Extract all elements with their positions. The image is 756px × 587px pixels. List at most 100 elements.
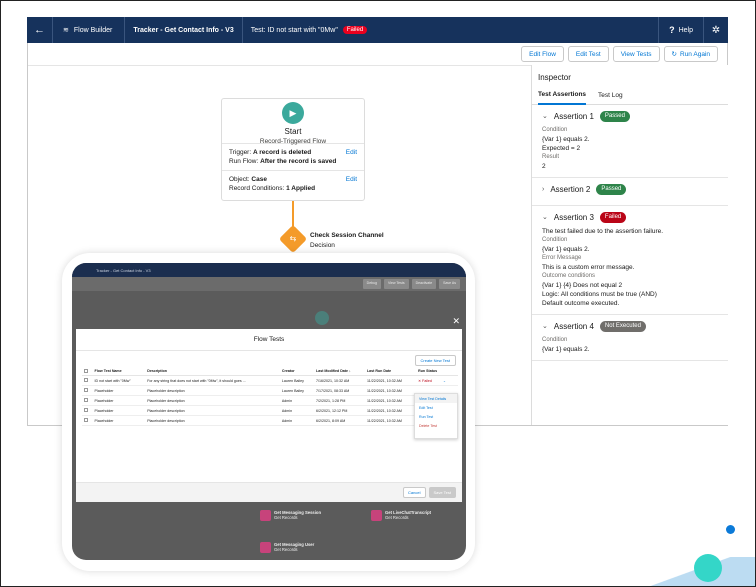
overlay-header: Tracker - Get Contact Info - V3 (72, 263, 466, 277)
column-header[interactable]: Last Run Date (364, 367, 417, 376)
assertion-field-value: Default outcome executed. (542, 300, 620, 307)
table-cell: Placeholder description (145, 395, 280, 406)
node-messaging-session[interactable]: Get Messaging Session Get Records (260, 510, 321, 521)
start-title: Start (284, 127, 302, 136)
assertion-status-badge: Not Executed (599, 321, 646, 332)
edit-test-button[interactable]: Edit Test (567, 46, 609, 62)
get-records-icon (260, 542, 271, 553)
column-header[interactable]: Run Status (416, 367, 458, 376)
inspector-title: Inspector (538, 73, 571, 82)
save-test-button[interactable]: Save Test (428, 487, 456, 498)
column-header[interactable]: Last Modified Date ↓ (314, 367, 365, 376)
edit-object-link[interactable]: Edit (346, 175, 357, 184)
table-cell: 7/2/2021, 1:28 PM (314, 395, 365, 406)
table-cell: 11/22/2021, 10:32 AM (364, 415, 417, 426)
assertion-header[interactable]: › Assertion 2 Passed (542, 184, 718, 195)
table-row[interactable]: Placeholder Placeholder description Admin 6… (82, 405, 458, 416)
table-row[interactable]: ID not start with "0Mw" For any string th… (82, 375, 458, 386)
assertion-header[interactable]: ⌄ Assertion 4 Not Executed (542, 321, 718, 332)
tab-test-assertions[interactable]: Test Assertions (538, 87, 587, 105)
node-type: Get Records (274, 515, 298, 520)
flow-connector (292, 201, 294, 227)
table-cell: ID not start with "0Mw" (92, 375, 146, 386)
deactivate-button[interactable]: Deactivate (411, 279, 437, 289)
view-tests-button[interactable]: View Tests (612, 46, 660, 62)
toolbar: Edit Flow Edit Test View Tests ↻ Run Agai… (521, 46, 718, 62)
assertion-name: Assertion 3 (553, 213, 594, 222)
table-cell: Admin (279, 395, 315, 406)
run-again-label: Run Again (680, 50, 710, 58)
select-all-checkbox[interactable] (82, 367, 93, 376)
table-cell: 6/2/2021, 12:12 PM (314, 405, 365, 416)
refresh-icon: ↻ (671, 51, 677, 58)
edit-flow-button[interactable]: Edit Flow (521, 46, 564, 62)
start-element[interactable]: ▶ Start Record-Triggered Flow Trigger: A… (221, 98, 365, 201)
assertion-field-value: {Var 1} equals 2. (542, 136, 590, 143)
column-header[interactable]: Description (145, 367, 280, 376)
run-again-button[interactable]: ↻ Run Again (663, 46, 718, 62)
save-as-button[interactable]: Save As (439, 279, 460, 289)
menu-item-view-test-details[interactable]: View Test Details (415, 394, 457, 403)
tab-test-log[interactable]: Test Log (598, 92, 623, 99)
table-cell: Placeholder description (145, 405, 280, 416)
table-row[interactable]: Placeholder Placeholder description Lauren… (82, 385, 458, 396)
settings-button[interactable]: ✲ (703, 17, 728, 43)
assertion-2: › Assertion 2 Passed (532, 178, 728, 206)
table-row[interactable]: Placeholder Placeholder description Admin 6… (82, 415, 458, 426)
chevron-down-icon: ⌄ (542, 214, 548, 221)
app-name: ≋ Flow Builder (53, 17, 126, 43)
help-icon: ? (669, 25, 675, 35)
row-checkbox[interactable] (82, 385, 93, 396)
row-checkbox[interactable] (82, 405, 93, 416)
cancel-button[interactable]: Cancel (403, 487, 426, 498)
decorative-circle (694, 554, 722, 582)
table-cell: Placeholder (92, 395, 146, 406)
chevron-down-icon: ⌄ (542, 113, 548, 120)
assertion-header[interactable]: ⌄ Assertion 3 Failed (542, 212, 718, 223)
run-status: Failed (422, 378, 432, 383)
modal-title: Flow Tests (76, 329, 462, 351)
assertion-field-value: {Var 1} equals 2. (542, 346, 590, 353)
column-header[interactable]: Creator (279, 367, 315, 376)
table-cell: Placeholder description (145, 385, 280, 396)
assertion-name: Assertion 2 (550, 185, 591, 194)
table-row[interactable]: Placeholder Placeholder description Admin 7… (82, 395, 458, 406)
column-header[interactable]: Flow Test Name (92, 367, 146, 376)
row-checkbox[interactable] (82, 415, 93, 426)
menu-item-run-test[interactable]: Run Test (415, 412, 457, 421)
chevron-down-icon: ⌄ (542, 323, 548, 330)
inspector-tabs: Test Assertions Test Log (532, 87, 728, 105)
run-flow-value: After the record is saved (260, 158, 337, 165)
row-checkbox[interactable] (82, 395, 93, 406)
create-new-test-button[interactable]: Create New Test (414, 355, 456, 366)
table-cell: 11/22/2021, 10:32 AM (364, 395, 417, 406)
trigger-section: Trigger: A record is deleted Run Flow: A… (222, 144, 364, 171)
flow-tests-table: Flow Test Name Description Creator Last Mod… (82, 367, 458, 426)
chevron-right-icon: › (542, 186, 545, 193)
menu-item-delete-test[interactable]: Delete Test (415, 421, 457, 430)
help-button[interactable]: ? Help (658, 17, 703, 43)
assertion-field-value: {Var 1} {4} Does not equal 2 (542, 282, 623, 289)
table-body: ID not start with "0Mw" For any string th… (82, 375, 458, 426)
assertions-list: ⌄ Assertion 1 Passed Condition {Var 1} equ… (532, 105, 728, 361)
table-header-row: Flow Test Name Description Creator Last Mod… (82, 367, 458, 376)
assertion-header[interactable]: ⌄ Assertion 1 Passed (542, 111, 718, 122)
row-actions-chevron-icon[interactable]: ⌄ (443, 379, 446, 383)
test-status-badge: Failed (342, 26, 368, 34)
table-cell: Lauren Bailey (279, 385, 315, 396)
object-value: Case (251, 176, 267, 183)
menu-item-edit-test[interactable]: Edit Test (415, 403, 457, 412)
node-messaging-user[interactable]: Get Messaging User Get Records (260, 542, 314, 553)
assertion-name: Assertion 4 (553, 322, 594, 331)
debug-button[interactable]: Debug (362, 279, 381, 289)
edit-trigger-link[interactable]: Edit (346, 148, 357, 157)
view-tests-button-overlay[interactable]: View Tests (384, 279, 409, 289)
node-livechat-transcript[interactable]: Get LiveChatTranscript Get Records (371, 510, 431, 521)
conditions-value: 1 Applied (286, 185, 316, 192)
close-icon[interactable]: ✕ (452, 316, 460, 327)
assertion-status-badge: Failed (599, 212, 627, 223)
back-button[interactable]: ← (27, 17, 53, 43)
overlay-toolbar: Debug View Tests Deactivate Save As (72, 277, 466, 291)
table-cell: 7/17/2021, 08:33 AM (314, 385, 365, 396)
row-checkbox[interactable] (82, 375, 93, 386)
